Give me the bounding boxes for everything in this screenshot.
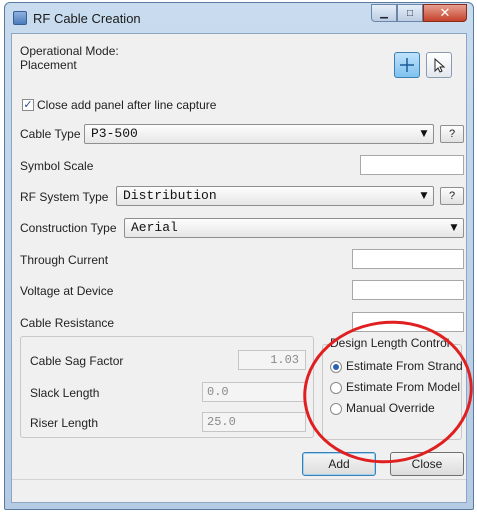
voltage-at-device-label: Voltage at Device bbox=[20, 284, 114, 298]
chevron-down-icon: ▼ bbox=[420, 191, 428, 201]
through-current-input[interactable] bbox=[352, 249, 464, 269]
construction-type-value: Aerial bbox=[131, 220, 178, 235]
pointer-tool-button[interactable] bbox=[426, 52, 452, 78]
riser-length-input[interactable]: 25.0 bbox=[202, 412, 306, 432]
rf-system-type-label: RF System Type bbox=[20, 190, 109, 204]
operational-mode-label: Operational Mode: bbox=[20, 44, 119, 58]
cable-sag-factor-label: Cable Sag Factor bbox=[30, 354, 124, 368]
rf-system-type-value: Distribution bbox=[123, 188, 217, 203]
title-bar[interactable]: RF Cable Creation ▁ □ ✕ bbox=[5, 3, 473, 33]
close-panel-checkbox-label: Close add panel after line capture bbox=[37, 98, 217, 112]
construction-type-label: Construction Type bbox=[20, 221, 117, 235]
symbol-scale-label: Symbol Scale bbox=[20, 159, 94, 173]
slack-length-input[interactable]: 0.0 bbox=[202, 382, 306, 402]
rf-system-type-dropdown[interactable]: Distribution ▼ bbox=[116, 186, 434, 206]
pointer-arrow-icon bbox=[434, 57, 446, 73]
close-panel-checkbox[interactable]: ✓ bbox=[22, 99, 34, 111]
chevron-down-icon: ▼ bbox=[420, 129, 428, 139]
riser-length-label: Riser Length bbox=[30, 416, 99, 430]
window-title: RF Cable Creation bbox=[33, 11, 141, 26]
app-icon bbox=[13, 11, 27, 25]
cable-resistance-label: Cable Resistance bbox=[20, 316, 115, 330]
cable-type-label: Cable Type bbox=[20, 127, 81, 141]
through-current-label: Through Current bbox=[20, 253, 109, 267]
operational-mode-value: Placement bbox=[20, 58, 77, 72]
cable-type-value: P3-500 bbox=[91, 126, 138, 141]
close-window-button[interactable]: ✕ bbox=[423, 4, 467, 22]
crosshair-icon bbox=[400, 58, 414, 72]
status-bar bbox=[12, 479, 466, 502]
minimize-button[interactable]: ▁ bbox=[371, 4, 397, 22]
symbol-scale-input[interactable] bbox=[360, 155, 464, 175]
maximize-button[interactable]: □ bbox=[397, 4, 423, 22]
voltage-at-device-input[interactable] bbox=[352, 280, 464, 300]
cable-sag-factor-input[interactable]: 1.03 bbox=[238, 350, 306, 370]
construction-type-dropdown[interactable]: Aerial ▼ bbox=[124, 218, 464, 238]
cable-type-dropdown[interactable]: P3-500 ▼ bbox=[84, 124, 434, 144]
crosshair-tool-button[interactable] bbox=[394, 52, 420, 78]
slack-length-label: Slack Length bbox=[30, 386, 100, 400]
cable-type-help-button[interactable]: ? bbox=[440, 125, 464, 143]
rf-cable-creation-window: RF Cable Creation ▁ □ ✕ Operational Mode… bbox=[4, 2, 477, 510]
window-controls: ▁ □ ✕ bbox=[371, 4, 467, 23]
chevron-down-icon: ▼ bbox=[450, 223, 458, 233]
rf-system-type-help-button[interactable]: ? bbox=[440, 187, 464, 205]
